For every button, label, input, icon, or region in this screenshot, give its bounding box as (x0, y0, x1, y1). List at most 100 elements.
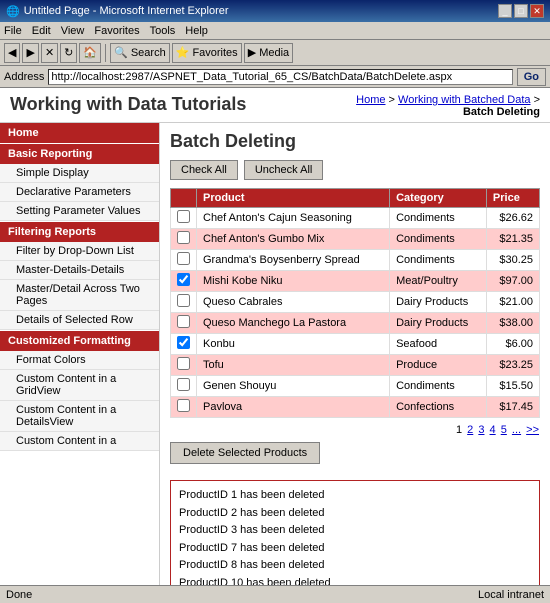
row-checkbox[interactable] (177, 336, 190, 349)
sidebar-item-custom-content-detailsview[interactable]: Custom Content in a DetailsView (0, 401, 159, 432)
row-checkbox[interactable] (177, 252, 190, 265)
row-price: $38.00 (486, 313, 539, 334)
page-header: Working with Data Tutorials Home > Worki… (0, 88, 550, 123)
stop-btn[interactable]: ✕ (41, 43, 58, 63)
title-bar: 🌐 Untitled Page - Microsoft Internet Exp… (0, 0, 550, 22)
row-checkbox[interactable] (177, 294, 190, 307)
favorites-btn[interactable]: ⭐ Favorites (172, 43, 242, 63)
menu-file[interactable]: File (4, 25, 22, 37)
address-bar: Address Go (0, 66, 550, 88)
status-message: ProductID 3 has been deleted (179, 522, 531, 540)
sidebar-item-custom-content-gridview[interactable]: Custom Content in a GridView (0, 370, 159, 401)
row-price: $26.62 (486, 208, 539, 229)
page-title: Batch Deleting (170, 131, 540, 152)
table-row: Mishi Kobe Niku Meat/Poultry $97.00 (171, 271, 540, 292)
row-price: $6.00 (486, 334, 539, 355)
sidebar-section-home[interactable]: Home (0, 123, 159, 143)
row-product: Chef Anton's Cajun Seasoning (197, 208, 390, 229)
search-btn[interactable]: 🔍 Search (110, 43, 170, 63)
sidebar-section-customized-formatting[interactable]: Customized Formatting (0, 331, 159, 351)
row-category: Confections (390, 397, 487, 418)
row-category: Meat/Poultry (390, 271, 487, 292)
row-category: Condiments (390, 376, 487, 397)
sidebar-item-format-colors[interactable]: Format Colors (0, 351, 159, 370)
row-product: Queso Manchego La Pastora (197, 313, 390, 334)
row-product: Grandma's Boysenberry Spread (197, 250, 390, 271)
sidebar-item-master-detail-pages[interactable]: Master/Detail Across Two Pages (0, 280, 159, 311)
minimize-btn[interactable]: _ (498, 4, 512, 18)
status-text: Done (6, 589, 32, 601)
delete-button-container: Delete Selected Products (170, 442, 540, 472)
sidebar-section-filtering-reports[interactable]: Filtering Reports (0, 222, 159, 242)
home-btn[interactable]: 🏠 (79, 43, 101, 63)
row-checkbox[interactable] (177, 315, 190, 328)
refresh-btn[interactable]: ↻ (60, 43, 77, 63)
page-link-5[interactable]: 5 (501, 424, 507, 436)
main-area: Batch Deleting Check All Uncheck All Pro… (160, 123, 550, 585)
forward-btn[interactable]: ▶ (22, 43, 38, 63)
status-message: ProductID 8 has been deleted (179, 557, 531, 575)
sidebar-item-simple-display[interactable]: Simple Display (0, 164, 159, 183)
page-link-ellipsis[interactable]: ... (512, 424, 521, 436)
sidebar-item-declarative-parameters[interactable]: Declarative Parameters (0, 183, 159, 202)
col-header-price: Price (486, 189, 539, 208)
col-header-checkbox (171, 189, 197, 208)
menu-tools[interactable]: Tools (150, 25, 176, 37)
separator (105, 44, 106, 62)
close-btn[interactable]: ✕ (530, 4, 544, 18)
row-checkbox[interactable] (177, 357, 190, 370)
row-category: Seafood (390, 334, 487, 355)
sidebar-section-basic-reporting[interactable]: Basic Reporting (0, 144, 159, 164)
row-checkbox[interactable] (177, 399, 190, 412)
row-checkbox[interactable] (177, 273, 190, 286)
row-price: $15.50 (486, 376, 539, 397)
row-checkbox[interactable] (177, 378, 190, 391)
page-link-next[interactable]: >> (526, 424, 539, 436)
breadcrumb-parent[interactable]: Working with Batched Data (398, 94, 530, 106)
go-button[interactable]: Go (517, 68, 546, 86)
status-message: ProductID 7 has been deleted (179, 540, 531, 558)
address-input[interactable] (48, 69, 512, 85)
back-btn[interactable]: ◀ (4, 43, 20, 63)
media-btn[interactable]: ▶ Media (244, 43, 293, 63)
table-row: Tofu Produce $23.25 (171, 355, 540, 376)
row-category: Dairy Products (390, 313, 487, 334)
row-category: Condiments (390, 208, 487, 229)
window-controls[interactable]: _ □ ✕ (498, 4, 544, 18)
breadcrumb: Home > Working with Batched Data > Batch… (356, 94, 540, 118)
status-bar: Done Local intranet (0, 585, 550, 603)
menu-view[interactable]: View (61, 25, 85, 37)
page-link-4[interactable]: 4 (490, 424, 496, 436)
row-category: Produce (390, 355, 487, 376)
status-box: ProductID 1 has been deletedProductID 2 … (170, 480, 540, 585)
row-checkbox-cell (171, 271, 197, 292)
check-all-button[interactable]: Check All (170, 160, 238, 180)
main-layout: Home Basic Reporting Simple Display Decl… (0, 123, 550, 585)
sidebar: Home Basic Reporting Simple Display Decl… (0, 123, 160, 585)
page-content: Working with Data Tutorials Home > Worki… (0, 88, 550, 585)
maximize-btn[interactable]: □ (514, 4, 528, 18)
sidebar-item-custom-content-other[interactable]: Custom Content in a (0, 432, 159, 451)
menu-help[interactable]: Help (185, 25, 208, 37)
status-message: ProductID 1 has been deleted (179, 487, 531, 505)
page-link-2[interactable]: 2 (467, 424, 473, 436)
page-link-3[interactable]: 3 (478, 424, 484, 436)
sidebar-item-setting-parameter-values[interactable]: Setting Parameter Values (0, 202, 159, 221)
sidebar-item-details-selected-row[interactable]: Details of Selected Row (0, 311, 159, 330)
row-product: Queso Cabrales (197, 292, 390, 313)
sidebar-item-filter-dropdown[interactable]: Filter by Drop-Down List (0, 242, 159, 261)
row-checkbox[interactable] (177, 231, 190, 244)
col-header-product: Product (197, 189, 390, 208)
menu-favorites[interactable]: Favorites (94, 25, 139, 37)
row-checkbox[interactable] (177, 210, 190, 223)
row-checkbox-cell (171, 292, 197, 313)
breadcrumb-home[interactable]: Home (356, 94, 385, 106)
delete-selected-button[interactable]: Delete Selected Products (170, 442, 320, 464)
status-message: ProductID 2 has been deleted (179, 505, 531, 523)
row-category: Condiments (390, 229, 487, 250)
row-product: Konbu (197, 334, 390, 355)
uncheck-all-button[interactable]: Uncheck All (244, 160, 323, 180)
site-title: Working with Data Tutorials (10, 94, 246, 115)
menu-edit[interactable]: Edit (32, 25, 51, 37)
sidebar-item-master-details[interactable]: Master-Details-Details (0, 261, 159, 280)
